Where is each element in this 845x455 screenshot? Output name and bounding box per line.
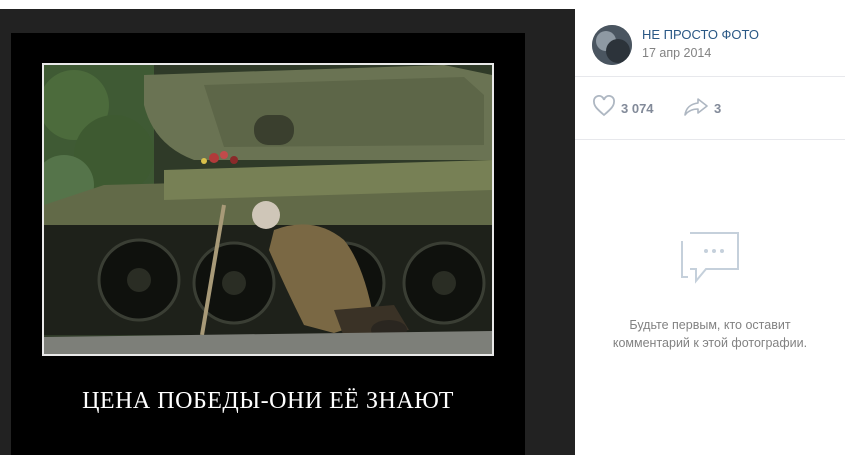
- photo-viewer[interactable]: ЦЕНА ПОБЕДЫ-ОНИ ЕЁ ЗНАЮТ: [0, 9, 575, 455]
- group-avatar[interactable]: [592, 25, 632, 65]
- post-header: НЕ ПРОСТО ФОТО 17 апр 2014: [575, 9, 845, 77]
- demotivator-poster: ЦЕНА ПОБЕДЫ-ОНИ ЕЁ ЗНАЮТ: [11, 33, 525, 455]
- like-count: 3 074: [621, 100, 654, 116]
- post-date[interactable]: 17 апр 2014: [642, 46, 711, 60]
- heart-icon: [592, 94, 616, 122]
- photo-image: [42, 63, 494, 356]
- share-count: 3: [714, 100, 722, 116]
- post-panel: НЕ ПРОСТО ФОТО 17 апр 2014 3 074 3 Будьт…: [575, 9, 845, 455]
- author-link[interactable]: НЕ ПРОСТО ФОТО: [642, 27, 759, 42]
- comments-empty-state: Будьте первым, кто оставит комментарий к…: [575, 229, 845, 352]
- like-button[interactable]: 3 074: [592, 94, 654, 122]
- top-strip: [0, 0, 845, 9]
- empty-comments-line1: Будьте первым, кто оставит: [629, 318, 791, 332]
- empty-comments-line2: комментарий к этой фотографии.: [612, 336, 808, 350]
- photo-caption: ЦЕНА ПОБЕДЫ-ОНИ ЕЁ ЗНАЮТ: [82, 388, 454, 414]
- share-button[interactable]: 3: [683, 96, 721, 120]
- post-actions: 3 074 3: [575, 76, 845, 140]
- share-arrow-icon: [683, 96, 709, 121]
- comment-bubble-icon: [676, 229, 744, 296]
